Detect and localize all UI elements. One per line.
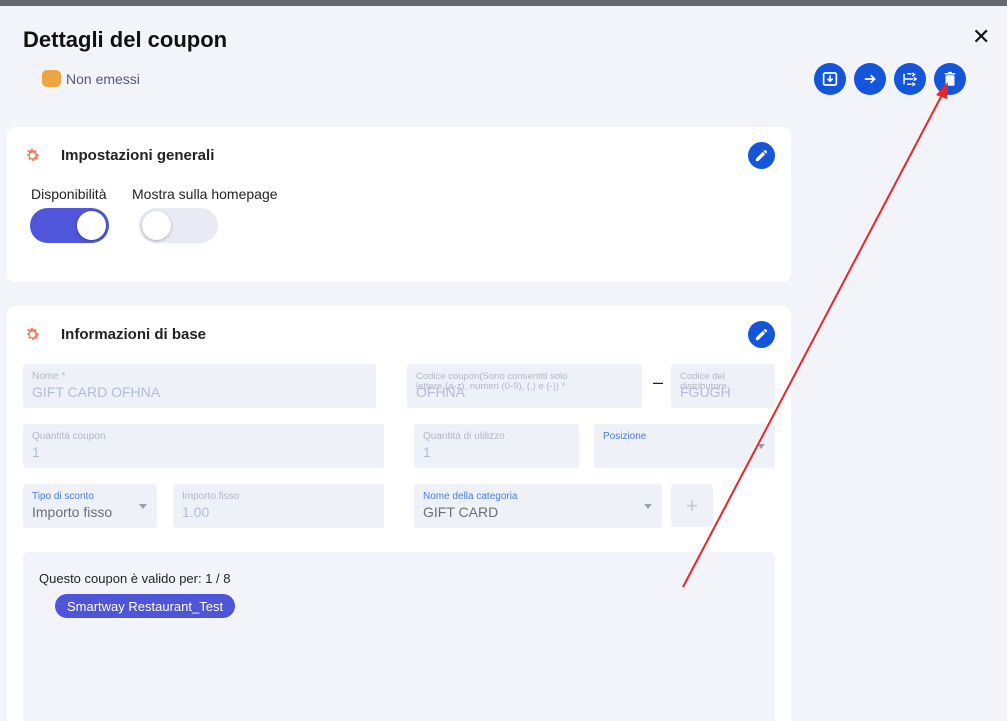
arrow-right-icon bbox=[864, 74, 876, 84]
fixed-amount-value: 1.00 bbox=[182, 504, 210, 520]
distributor-code-field[interactable]: Codice del distributore FGUGH bbox=[671, 364, 775, 408]
validity-text: Questo coupon è valido per: 1 / 8 bbox=[39, 571, 231, 586]
pencil-icon bbox=[755, 149, 768, 162]
split-button[interactable] bbox=[894, 63, 926, 95]
name-value: GIFT CARD OFHNA bbox=[32, 384, 161, 400]
category-value: GIFT CARD bbox=[423, 504, 499, 520]
discount-type-value: Importo fisso bbox=[32, 504, 113, 520]
category-label: Nome della categoria bbox=[423, 491, 518, 502]
delete-button[interactable] bbox=[934, 63, 966, 95]
coupon-quantity-field[interactable]: Quantità coupon 1 bbox=[23, 424, 384, 468]
toggle-knob bbox=[142, 211, 171, 240]
status-dot bbox=[42, 70, 61, 87]
download-icon bbox=[822, 72, 838, 86]
pencil-icon bbox=[755, 328, 768, 341]
forward-button[interactable] bbox=[854, 63, 886, 95]
general-settings-header: Impostazioni generali bbox=[24, 147, 214, 164]
position-label: Posizione bbox=[603, 431, 647, 442]
add-category-button[interactable]: + bbox=[671, 484, 713, 527]
edit-general-button[interactable] bbox=[748, 142, 775, 169]
usage-quantity-label: Quantità di utilizzo bbox=[423, 431, 505, 442]
section-title: Informazioni di base bbox=[61, 326, 207, 343]
gear-icon bbox=[24, 326, 41, 343]
category-select[interactable]: Nome della categoria GIFT CARD bbox=[414, 484, 662, 528]
edit-basic-button[interactable] bbox=[748, 321, 775, 348]
position-select[interactable]: Posizione bbox=[594, 424, 775, 468]
split-icon bbox=[903, 72, 918, 87]
chevron-down-icon bbox=[757, 444, 765, 449]
code-separator: – bbox=[653, 372, 664, 392]
gear-icon bbox=[24, 147, 41, 164]
toggle-knob bbox=[77, 211, 106, 240]
coupon-code-value: OFHNA bbox=[416, 384, 465, 400]
name-label: Nome * bbox=[32, 371, 66, 382]
discount-type-label: Tipo di sconto bbox=[32, 491, 94, 502]
usage-quantity-field[interactable]: Quantità di utilizzo 1 bbox=[414, 424, 579, 468]
homepage-toggle[interactable] bbox=[139, 208, 218, 243]
coupon-code-field[interactable]: Codice coupon(Sono consentiti solo lette… bbox=[407, 364, 642, 408]
status-label: Non emessi bbox=[66, 70, 140, 87]
chevron-down-icon bbox=[644, 504, 652, 509]
discount-type-select[interactable]: Tipo di sconto Importo fisso bbox=[23, 484, 157, 528]
status-badge: Non emessi bbox=[42, 70, 140, 87]
fixed-amount-field[interactable]: Importo fisso 1.00 bbox=[173, 484, 384, 528]
basic-info-header: Informazioni di base bbox=[24, 326, 206, 343]
action-toolbar bbox=[814, 63, 966, 95]
name-field[interactable]: Nome * GIFT CARD OFHNA bbox=[23, 364, 376, 408]
general-settings-card: Impostazioni generali Disponibilità Most… bbox=[7, 127, 791, 282]
page-title: Dettagli del coupon bbox=[23, 27, 228, 52]
section-title: Impostazioni generali bbox=[61, 147, 215, 164]
coupon-quantity-label: Quantità coupon bbox=[32, 431, 106, 442]
chevron-down-icon bbox=[139, 504, 147, 509]
close-icon[interactable]: ✕ bbox=[972, 26, 990, 48]
availability-toggle[interactable] bbox=[30, 208, 109, 243]
fixed-amount-label: Importo fisso bbox=[182, 491, 240, 502]
homepage-label: Mostra sulla homepage bbox=[132, 186, 278, 202]
trash-icon bbox=[944, 71, 956, 86]
distributor-code-value: FGUGH bbox=[680, 384, 731, 400]
window-top-bar bbox=[0, 0, 1007, 6]
download-button[interactable] bbox=[814, 63, 846, 95]
availability-label: Disponibilità bbox=[31, 186, 107, 202]
coupon-quantity-value: 1 bbox=[32, 444, 40, 460]
restaurant-chip[interactable]: Smartway Restaurant_Test bbox=[55, 594, 236, 618]
usage-quantity-value: 1 bbox=[423, 444, 431, 460]
validity-panel: Questo coupon è valido per: 1 / 8 Smartw… bbox=[23, 552, 775, 721]
